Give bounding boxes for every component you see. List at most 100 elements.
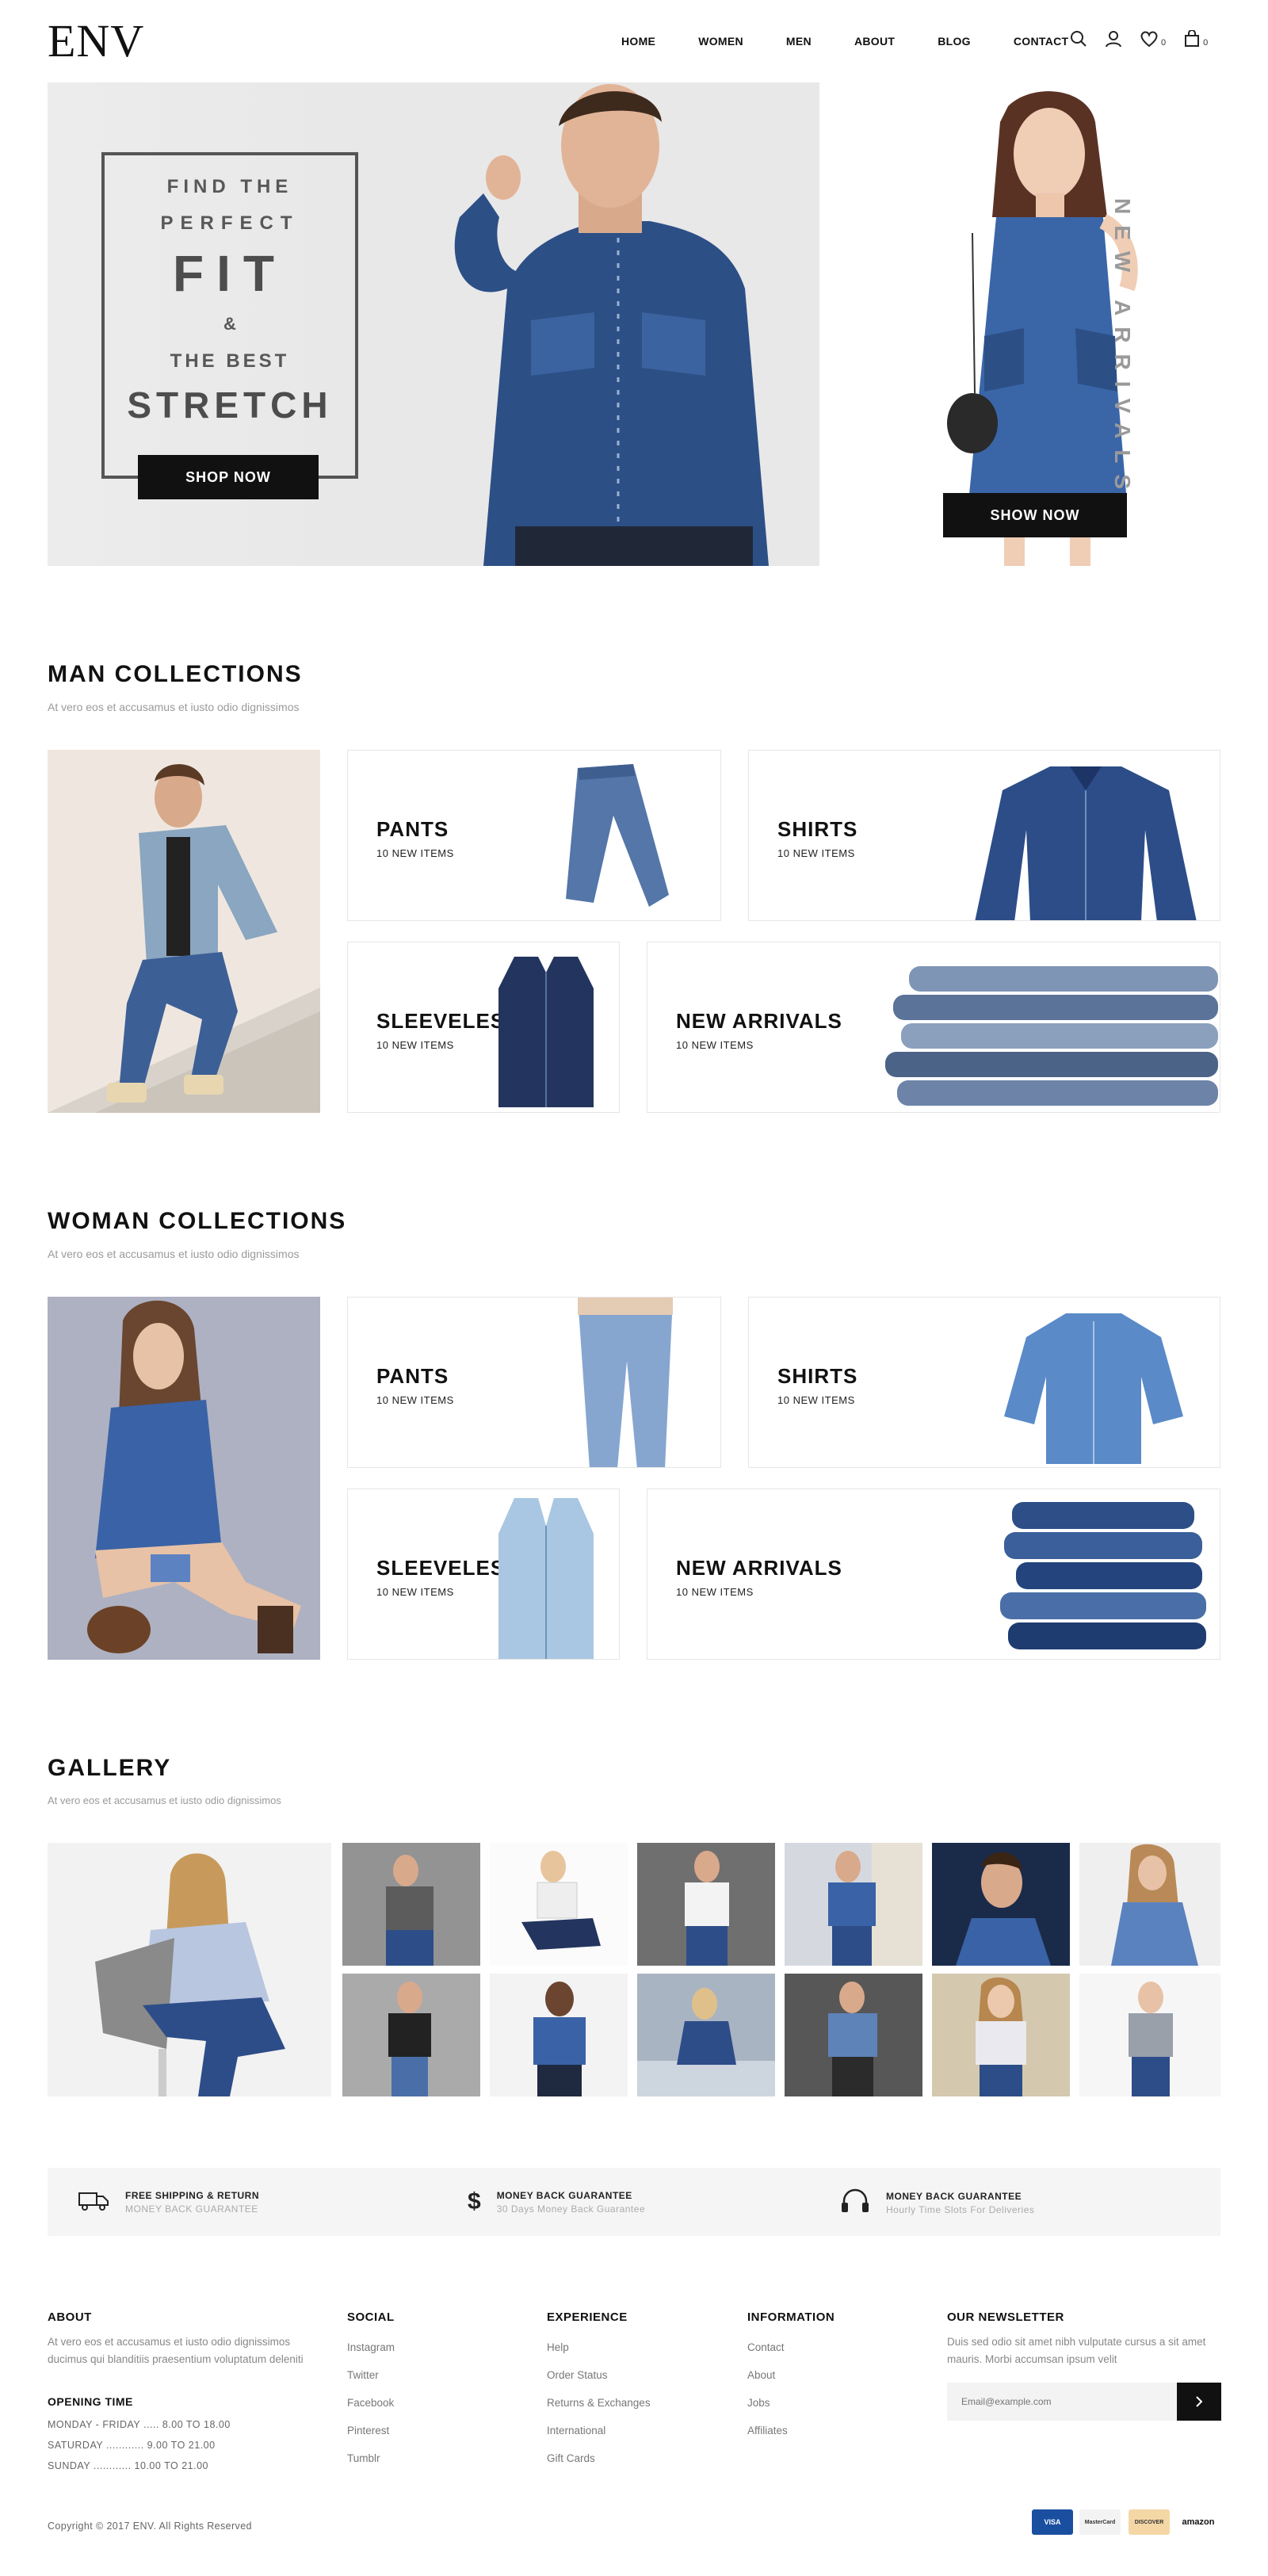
user-icon[interactable] [1105,30,1122,48]
folded-jeans-image [1000,1502,1206,1649]
card-subtitle: 10 NEW ITEMS [777,1394,855,1406]
cart-icon[interactable]: 0 [1183,30,1208,48]
discover-icon: DISCOVER [1129,2509,1170,2535]
footer-link-twitter[interactable]: Twitter [347,2361,395,2389]
chevron-right-icon [1196,2396,1203,2407]
gallery-thumb-7[interactable] [342,1974,480,2096]
footer-newsletter: OUR NEWSLETTER Duis sed odio sit amet ni… [947,2310,1220,2368]
footer-link-pinterest[interactable]: Pinterest [347,2417,395,2444]
cart-count: 0 [1203,38,1209,48]
gallery-thumb-11[interactable] [932,1974,1070,2096]
hero-line-5: THE BEST [170,350,290,372]
gallery-main-image[interactable] [48,1843,331,2096]
folded-jeans-image [885,966,1218,1106]
gallery-thumb-6[interactable] [1079,1843,1220,1966]
feature-subtitle: 30 Days Money Back Guarantee [496,2203,646,2215]
feature-delivery: MONEY BACK GUARANTEE Hourly Time Slots F… [840,2188,1034,2218]
hero-line-4: & [223,314,236,334]
card-title: PANTS [376,817,449,841]
logo[interactable]: ENV [48,17,144,65]
footer-about: ABOUT At vero eos et accusamus et iusto … [48,2310,309,2476]
nav-women[interactable]: WOMEN [698,35,743,48]
footer-link-order-status[interactable]: Order Status [547,2361,651,2389]
visa-icon: VISA [1032,2509,1073,2535]
footer-about-text: At vero eos et accusamus et iusto odio d… [48,2336,304,2365]
footer-link-facebook[interactable]: Facebook [347,2389,395,2417]
hero-text-frame: FIND THE PERFECT FIT & THE BEST STRETCH [101,152,358,479]
show-now-button[interactable]: SHOW NOW [943,493,1127,537]
headphones-icon [840,2188,870,2218]
nav-about[interactable]: ABOUT [854,35,895,48]
main-nav: HOME WOMEN MEN ABOUT BLOG CONTACT [621,35,1111,48]
wishlist-icon[interactable]: 0 [1140,30,1166,48]
copyright: Copyright © 2017 ENV. All Rights Reserve… [48,2521,252,2532]
man-card-new-arrivals[interactable]: NEW ARRIVALS 10 NEW ITEMS [647,942,1220,1113]
shirt-image [1004,1313,1183,1464]
shop-now-button[interactable]: SHOP NOW [138,455,319,499]
gallery-thumb-12[interactable] [1079,1974,1220,2096]
woman-card-new-arrivals[interactable]: NEW ARRIVALS 10 NEW ITEMS [647,1489,1220,1660]
card-subtitle: 10 NEW ITEMS [376,1039,454,1051]
hero-line-1: FIND THE [166,176,293,197]
footer-link-instagram[interactable]: Instagram [347,2333,395,2361]
woman-card-sleeveless[interactable]: SLEEVELESS 10 NEW ITEMS [347,1489,620,1660]
footer-experience-title: EXPERIENCE [547,2310,628,2324]
mastercard-icon: MasterCard [1079,2509,1121,2535]
nav-home[interactable]: HOME [621,35,655,48]
gallery-thumb-10[interactable] [785,1974,922,2096]
dollar-icon: $ [468,2188,481,2215]
gallery-thumb-5[interactable] [932,1843,1070,1966]
woman-card-pants[interactable]: PANTS 10 NEW ITEMS [347,1297,721,1468]
amazon-icon: amazon [1178,2509,1219,2535]
nav-contact[interactable]: CONTACT [1014,35,1069,48]
footer-link-contact[interactable]: Contact [747,2333,835,2361]
footer-link-tumblr[interactable]: Tumblr [347,2444,395,2472]
footer-link-gift-cards[interactable]: Gift Cards [547,2444,651,2472]
hero-banner-new-arrivals[interactable]: SHOW NOW [842,82,1222,566]
footer-link-international[interactable]: International [547,2417,651,2444]
footer-link-returns[interactable]: Returns & Exchanges [547,2389,651,2417]
footer-link-affiliates[interactable]: Affiliates [747,2417,835,2444]
gallery-thumb-9[interactable] [637,1974,775,2096]
nav-men[interactable]: MEN [786,35,812,48]
man-feature-image[interactable] [48,750,320,1113]
footer-link-help[interactable]: Help [547,2333,651,2361]
footer-link-about[interactable]: About [747,2361,835,2389]
woman-collections-subtitle: At vero eos et accusamus et iusto odio d… [48,1248,300,1260]
newsletter-email-input[interactable] [947,2383,1177,2421]
opening-time-row: MONDAY - FRIDAY ..... 8.00 TO 18.00 [48,2419,231,2430]
card-title: SHIRTS [777,817,858,841]
search-icon[interactable] [1070,30,1087,48]
gallery-thumb-8[interactable] [490,1974,628,2096]
feature-title: MONEY BACK GUARANTEE [496,2189,632,2201]
features-bar: FREE SHIPPING & RETURN MONEY BACK GUARAN… [48,2168,1220,2236]
gallery-subtitle: At vero eos et accusamus et iusto odio d… [48,1794,281,1806]
footer-information-title: INFORMATION [747,2310,835,2324]
man-card-shirts[interactable]: SHIRTS 10 NEW ITEMS [748,750,1220,921]
hero-model-image [388,82,819,566]
opening-time-row: SUNDAY ............ 10.00 TO 21.00 [48,2460,208,2471]
vest-image [498,1498,594,1659]
feature-title: MONEY BACK GUARANTEE [886,2191,1022,2202]
newsletter-submit-button[interactable] [1177,2383,1221,2421]
gallery-thumb-2[interactable] [490,1843,628,1966]
woman-feature-image[interactable] [48,1297,320,1660]
man-card-pants[interactable]: PANTS 10 NEW ITEMS [347,750,721,921]
hero-banner-men[interactable]: FIND THE PERFECT FIT & THE BEST STRETCH … [48,82,819,566]
feature-shipping: FREE SHIPPING & RETURN MONEY BACK GUARAN… [78,2188,259,2216]
footer-social-title: SOCIAL [347,2310,395,2324]
card-subtitle: 10 NEW ITEMS [376,1394,454,1406]
card-subtitle: 10 NEW ITEMS [376,847,454,859]
pants-image [566,764,669,907]
footer-link-jobs[interactable]: Jobs [747,2389,835,2417]
man-card-sleeveless[interactable]: SLEEVELESS 10 NEW ITEMS [347,942,620,1113]
opening-time-title: OPENING TIME [48,2395,133,2408]
gallery-thumb-1[interactable] [342,1843,480,1966]
nav-blog[interactable]: BLOG [938,35,971,48]
hero-line-3: FIT [173,245,287,302]
card-title: PANTS [376,1364,449,1388]
gallery-thumb-3[interactable] [637,1843,775,1966]
woman-card-shirts[interactable]: SHIRTS 10 NEW ITEMS [748,1297,1220,1468]
gallery-thumb-4[interactable] [785,1843,922,1966]
hero-line-2: PERFECT [160,212,300,234]
